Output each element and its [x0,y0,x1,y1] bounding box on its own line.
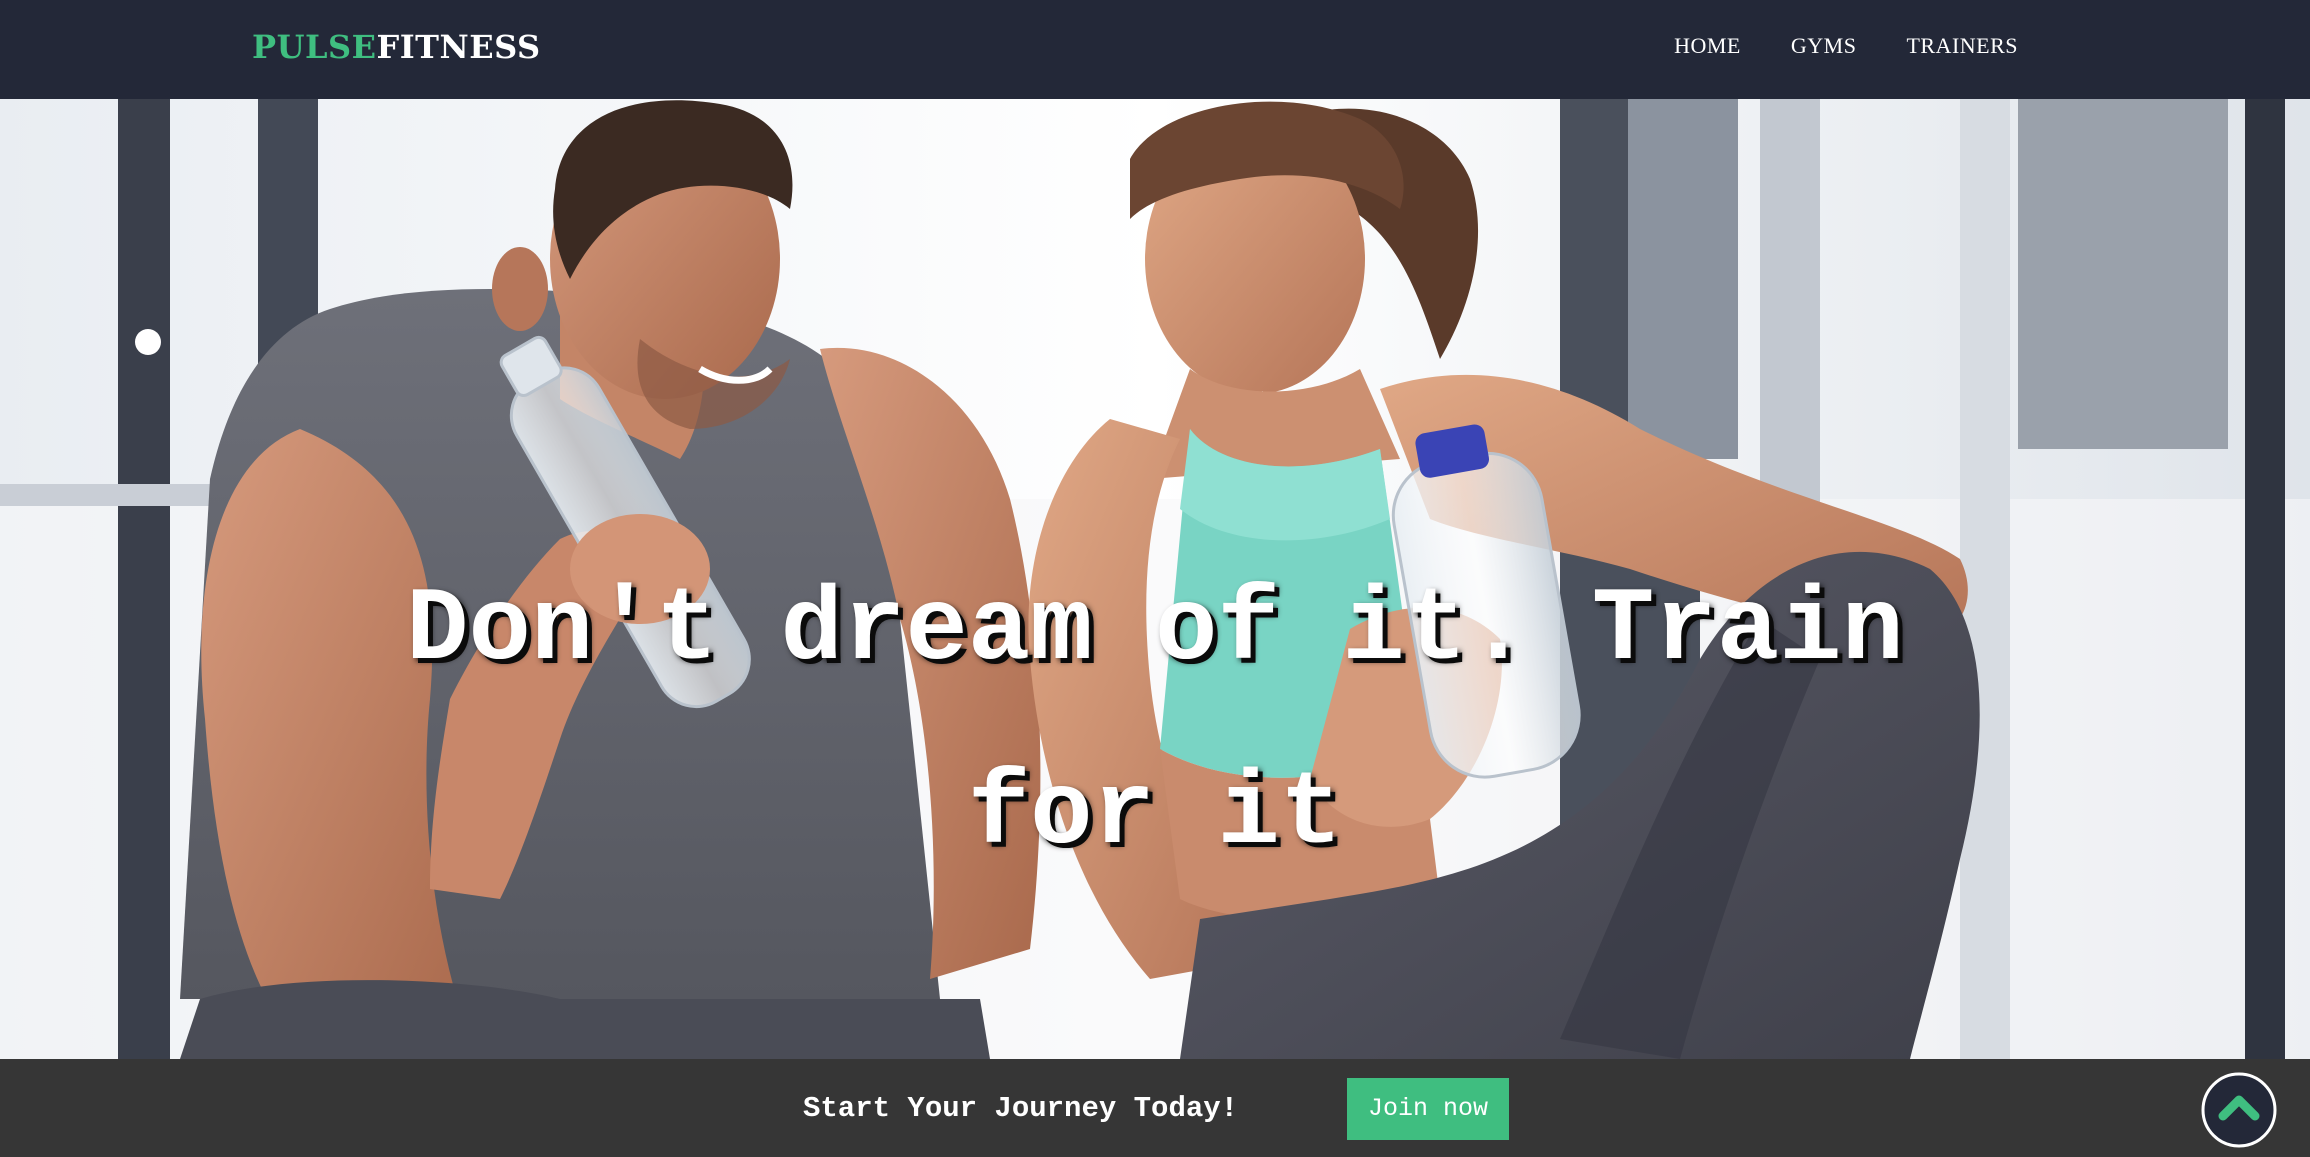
nav-link-gyms[interactable]: GYMS [1791,33,1857,59]
brand-name-rest: FITNESS [376,28,541,66]
chevron-up-icon [2201,1072,2277,1148]
navbar: PULSEFITNESS HOME GYMS TRAINERS [0,0,2310,99]
scroll-to-top-button[interactable] [2201,1072,2310,1148]
hero-heading: Don't dream of it. Train for it [406,572,1904,874]
cta-text: Start Your Journey Today! [803,1092,1239,1125]
main-nav: HOME GYMS TRAINERS [1674,33,2018,59]
cta-bar: Start Your Journey Today! Join now [0,1059,2310,1157]
nav-link-home[interactable]: HOME [1674,33,1741,59]
hero-section: Don't dream of it. Train for it [0,99,2310,1059]
brand-logo[interactable]: PULSEFITNESS [252,28,541,66]
brand-name-accent: PULSE [252,28,377,66]
nav-link-trainers[interactable]: TRAINERS [1906,33,2018,59]
join-now-button[interactable]: Join now [1347,1078,1509,1140]
